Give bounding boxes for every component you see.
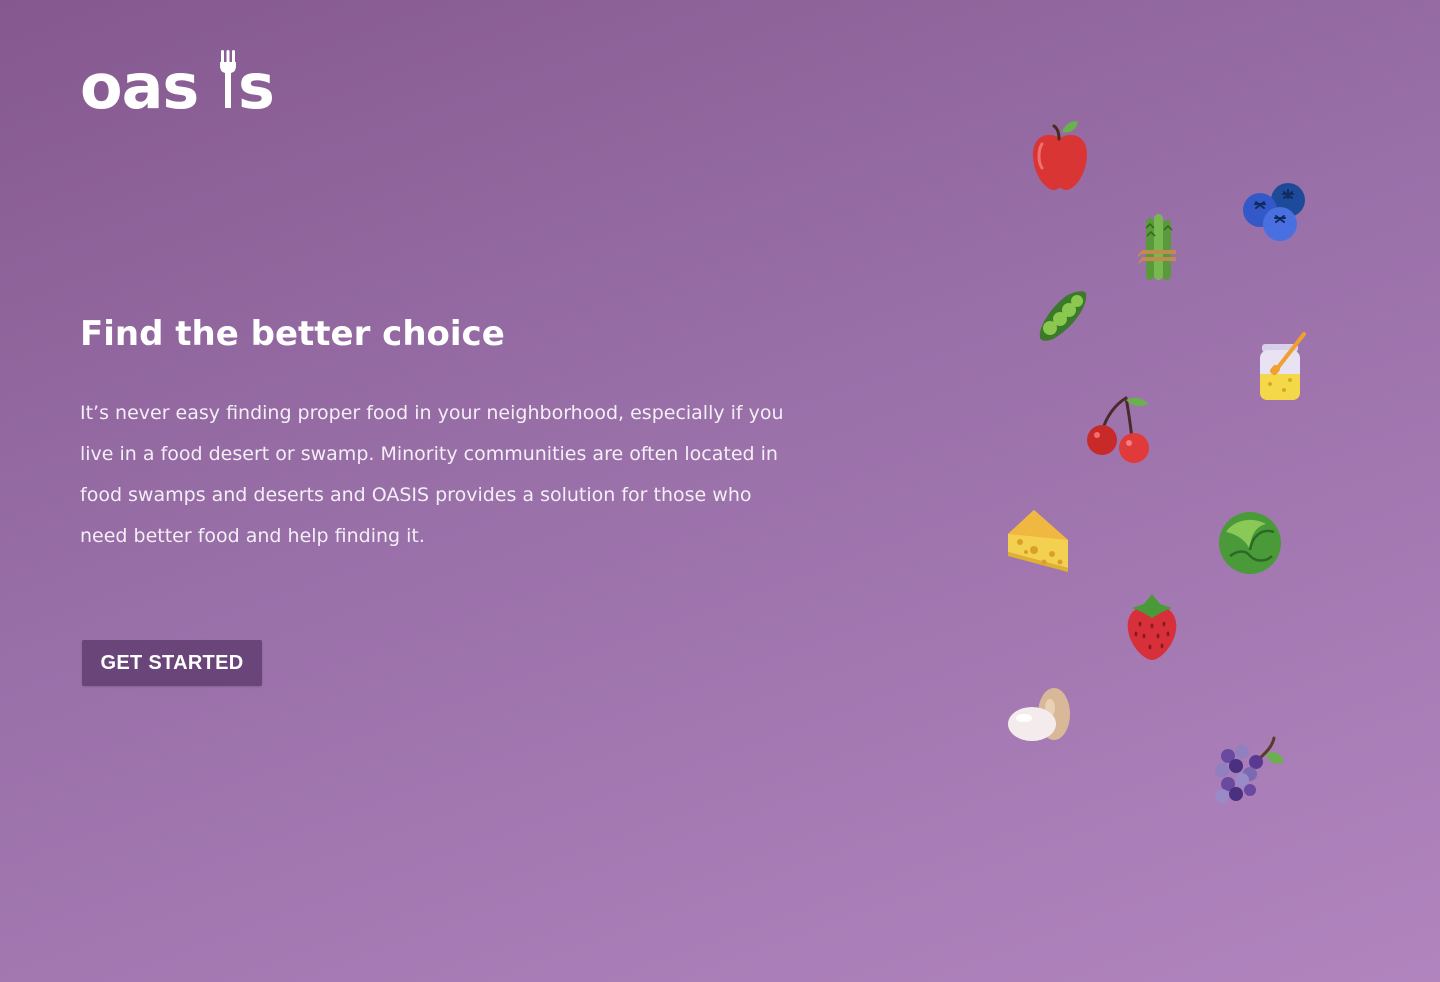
cabbage-icon (1219, 512, 1281, 574)
cherries-icon (1087, 396, 1149, 463)
blueberries-icon (1243, 183, 1305, 241)
apple-icon (1032, 121, 1088, 190)
svg-text:s: s (238, 50, 272, 112)
strawberry-icon (1127, 594, 1177, 660)
logo-wordmark-icon: oas s (80, 50, 272, 112)
get-started-button[interactable]: GET STARTED (82, 640, 262, 686)
oasis-logo[interactable]: oasis oas s (80, 48, 272, 112)
page-title: Find the better choice (80, 314, 505, 354)
svg-text:oas: oas (80, 50, 198, 112)
honey-jar-icon (1260, 332, 1306, 400)
cheese-icon (1008, 510, 1068, 572)
grapes-icon (1215, 736, 1284, 803)
peas-icon (1039, 291, 1087, 341)
hero-description: It’s never easy finding proper food in y… (80, 402, 784, 547)
asparagus-icon (1138, 214, 1176, 280)
eggs-icon (1008, 688, 1070, 741)
